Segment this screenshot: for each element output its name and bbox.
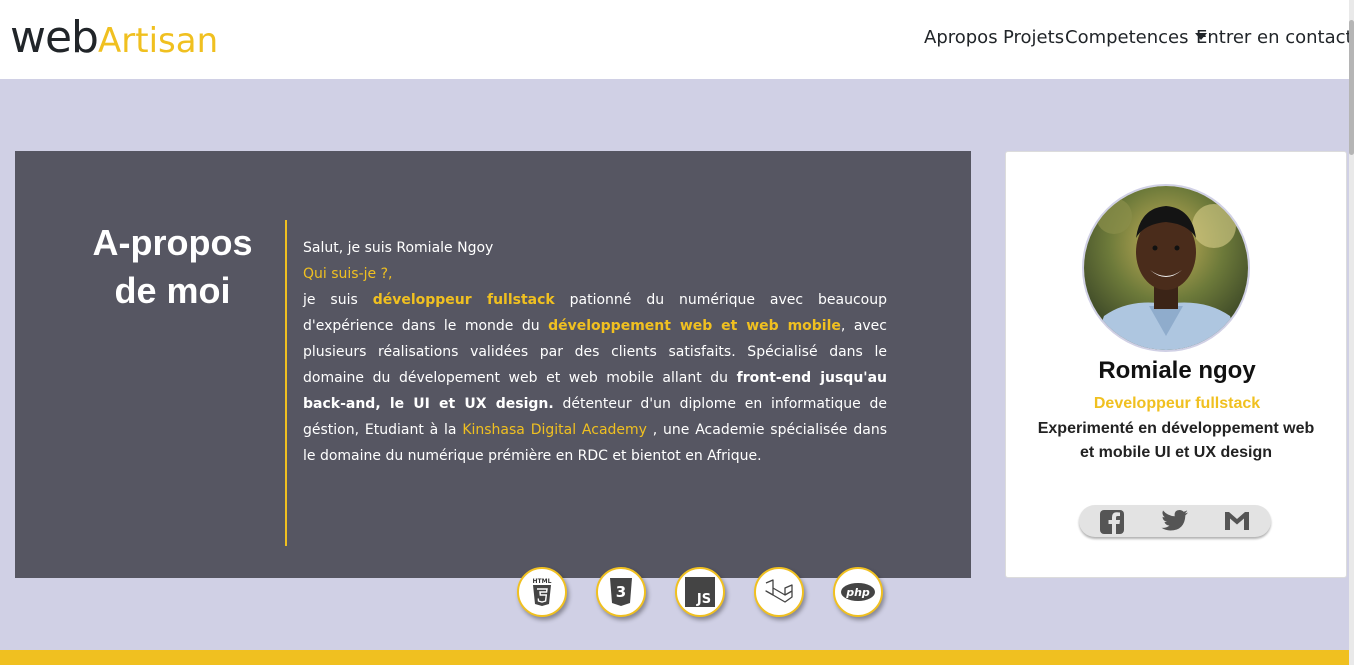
footer-band	[0, 650, 1349, 665]
laravel-icon	[754, 567, 804, 617]
profile-role: Developpeur fullstack	[1093, 395, 1261, 412]
about-text: Salut, je suis Romiale Ngoy Qui suis-je …	[303, 235, 887, 469]
nav-competences-label: Competences	[1065, 27, 1189, 48]
javascript-icon: JS	[675, 567, 725, 617]
nav-projets[interactable]: Projets	[1003, 27, 1064, 48]
brand-web: web	[10, 12, 99, 63]
about-question: Qui suis-je ?,	[303, 266, 393, 282]
highlight-fullstack: développeur fullstack	[372, 292, 555, 308]
javascript-label: JS	[696, 592, 711, 607]
nav-apropos[interactable]: Apropos	[924, 27, 998, 48]
nav-competences-dropdown[interactable]: Competences	[1065, 27, 1207, 48]
nav-contact[interactable]: Entrer en contact	[1196, 27, 1353, 48]
facebook-icon[interactable]	[1099, 509, 1125, 534]
scrollbar-thumb[interactable]	[1349, 20, 1354, 155]
navbar: webArtisan Apropos Projets Competences E…	[0, 0, 1354, 79]
about-divider	[285, 220, 287, 546]
php-label: php	[845, 586, 870, 599]
brand-logo[interactable]: webArtisan	[10, 12, 218, 63]
scrollbar-track[interactable]	[1349, 0, 1354, 665]
about-greeting: Salut, je suis Romiale Ngoy	[303, 240, 494, 256]
profile-description: Experimenté en développement web et mobi…	[1037, 420, 1315, 461]
html5-icon: HTML	[517, 567, 567, 617]
link-kinshasa-academy[interactable]: Kinshasa Digital Academy	[462, 422, 647, 438]
profile-name: Romiale ngoy	[1098, 357, 1256, 384]
about-title: A-propos de moi	[92, 222, 253, 311]
gmail-icon[interactable]	[1223, 509, 1249, 533]
about-paragraph: je suis développeur fullstack pationné d…	[303, 287, 887, 469]
php-icon: php	[833, 567, 883, 617]
about-text-1: je suis	[303, 292, 373, 308]
social-links	[1079, 505, 1271, 537]
avatar	[1082, 184, 1250, 352]
css3-icon: 3	[596, 567, 646, 617]
css3-label: 3	[616, 583, 626, 601]
brand-artisan: Artisan	[98, 21, 219, 61]
html5-label: HTML	[533, 578, 552, 585]
profile-card: Romiale ngoy Developpeur fullstack Exper…	[1005, 151, 1347, 578]
highlight-web-mobile: développement web et web mobile	[548, 318, 841, 334]
twitter-icon[interactable]	[1161, 509, 1188, 533]
about-panel: A-propos de moi Salut, je suis Romiale N…	[15, 151, 971, 578]
